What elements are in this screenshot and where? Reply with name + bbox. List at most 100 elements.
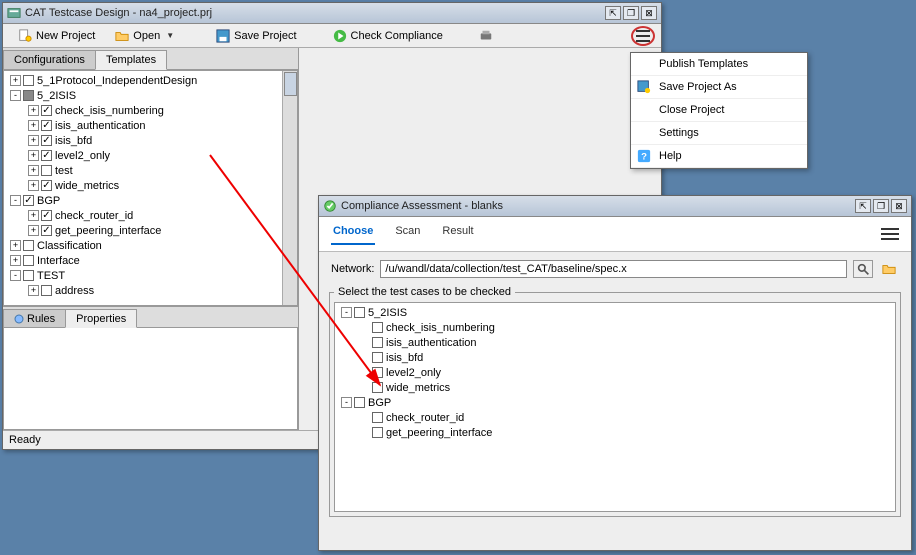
tree-node[interactable]: -5_2ISIS bbox=[6, 88, 295, 103]
checkbox[interactable] bbox=[41, 165, 52, 176]
tree-node[interactable]: +5_1Protocol_IndependentDesign bbox=[6, 73, 295, 88]
tree-node[interactable]: isis_authentication bbox=[337, 335, 893, 350]
tab-choose[interactable]: Choose bbox=[331, 223, 375, 245]
tree-toggle[interactable]: + bbox=[28, 105, 39, 116]
tree-label: wide_metrics bbox=[386, 382, 450, 394]
tree-node[interactable]: -BGP bbox=[6, 193, 295, 208]
tree-toggle[interactable]: + bbox=[28, 165, 39, 176]
checkbox[interactable] bbox=[23, 240, 34, 251]
rules-icon bbox=[14, 314, 24, 324]
checkbox[interactable] bbox=[41, 210, 52, 221]
checkbox[interactable] bbox=[41, 120, 52, 131]
tree-toggle[interactable]: + bbox=[28, 210, 39, 221]
testcase-tree[interactable]: -5_2ISIScheck_isis_numberingisis_authent… bbox=[334, 302, 896, 512]
tree-toggle[interactable]: - bbox=[341, 397, 352, 408]
tab-configurations[interactable]: Configurations bbox=[3, 50, 96, 69]
tree-node[interactable]: -TEST bbox=[6, 268, 295, 283]
menu-save-project-as[interactable]: Save Project As bbox=[631, 76, 807, 99]
tree-node[interactable]: +isis_bfd bbox=[6, 133, 295, 148]
tree-toggle[interactable]: + bbox=[28, 285, 39, 296]
tree-node[interactable]: get_peering_interface bbox=[337, 425, 893, 440]
tree-node[interactable]: +level2_only bbox=[6, 148, 295, 163]
tree-scrollbar[interactable] bbox=[282, 71, 297, 305]
tab-result[interactable]: Result bbox=[440, 223, 475, 245]
tab-scan[interactable]: Scan bbox=[393, 223, 422, 245]
tree-node[interactable]: +get_peering_interface bbox=[6, 223, 295, 238]
tree-node[interactable]: check_isis_numbering bbox=[337, 320, 893, 335]
checkbox[interactable] bbox=[41, 285, 52, 296]
tree-node[interactable]: +test bbox=[6, 163, 295, 178]
tree-toggle[interactable]: + bbox=[28, 120, 39, 131]
checkbox[interactable] bbox=[41, 225, 52, 236]
search-network-button[interactable] bbox=[853, 260, 873, 278]
tree-node[interactable]: -BGP bbox=[337, 395, 893, 410]
checkbox[interactable] bbox=[372, 352, 383, 363]
print-button[interactable] bbox=[470, 26, 502, 46]
tab-rules[interactable]: Rules bbox=[3, 309, 66, 327]
checkbox[interactable] bbox=[372, 382, 383, 393]
tree-toggle[interactable]: + bbox=[10, 255, 21, 266]
menu-help[interactable]: ? Help bbox=[631, 145, 807, 168]
hamburger-menu-button[interactable] bbox=[631, 26, 655, 46]
tree-toggle[interactable]: - bbox=[10, 195, 21, 206]
tree-node[interactable]: -5_2ISIS bbox=[337, 305, 893, 320]
save-project-button[interactable]: Save Project bbox=[207, 26, 305, 46]
templates-tree[interactable]: +5_1Protocol_IndependentDesign-5_2ISIS+c… bbox=[3, 70, 298, 306]
tree-toggle[interactable]: + bbox=[28, 135, 39, 146]
dialog-hamburger-button[interactable] bbox=[881, 223, 899, 245]
tree-toggle[interactable]: - bbox=[10, 270, 21, 281]
tree-toggle[interactable]: - bbox=[341, 307, 352, 318]
network-input[interactable] bbox=[380, 260, 847, 278]
tree-toggle[interactable]: + bbox=[28, 150, 39, 161]
undock-button[interactable]: ⇱ bbox=[605, 6, 621, 20]
tree-node[interactable]: +check_router_id bbox=[6, 208, 295, 223]
tree-node[interactable]: wide_metrics bbox=[337, 380, 893, 395]
tree-toggle[interactable]: + bbox=[28, 180, 39, 191]
checkbox[interactable] bbox=[23, 195, 34, 206]
checkbox[interactable] bbox=[372, 322, 383, 333]
checkbox[interactable] bbox=[41, 105, 52, 116]
checkbox[interactable] bbox=[354, 397, 365, 408]
open-button[interactable]: Open ▼ bbox=[106, 26, 183, 46]
menu-close-project[interactable]: Close Project bbox=[631, 99, 807, 122]
tree-node[interactable]: +wide_metrics bbox=[6, 178, 295, 193]
dialog-undock-button[interactable]: ⇱ bbox=[855, 199, 871, 213]
tree-node[interactable]: isis_bfd bbox=[337, 350, 893, 365]
checkbox[interactable] bbox=[372, 427, 383, 438]
hamburger-menu: Publish Templates Save Project As Close … bbox=[630, 52, 808, 169]
checkbox[interactable] bbox=[372, 337, 383, 348]
tree-node[interactable]: +Interface bbox=[6, 253, 295, 268]
checkbox[interactable] bbox=[354, 307, 365, 318]
tree-node[interactable]: check_router_id bbox=[337, 410, 893, 425]
checkbox[interactable] bbox=[372, 367, 383, 378]
menu-settings[interactable]: Settings bbox=[631, 122, 807, 145]
tree-toggle[interactable]: + bbox=[28, 225, 39, 236]
checkbox[interactable] bbox=[23, 75, 34, 86]
tree-toggle[interactable]: - bbox=[10, 90, 21, 101]
tree-node[interactable]: level2_only bbox=[337, 365, 893, 380]
checkbox[interactable] bbox=[372, 412, 383, 423]
close-button[interactable]: ⊠ bbox=[641, 6, 657, 20]
tree-node[interactable]: +Classification bbox=[6, 238, 295, 253]
new-project-button[interactable]: New Project bbox=[9, 26, 104, 46]
left-panel: Configurations Templates +5_1Protocol_In… bbox=[3, 48, 299, 430]
maximize-button[interactable]: ❐ bbox=[623, 6, 639, 20]
tree-node[interactable]: +isis_authentication bbox=[6, 118, 295, 133]
checkbox[interactable] bbox=[41, 135, 52, 146]
check-compliance-button[interactable]: Check Compliance bbox=[324, 26, 452, 46]
tree-node[interactable]: +address bbox=[6, 283, 295, 298]
tree-toggle[interactable]: + bbox=[10, 75, 21, 86]
checkbox[interactable] bbox=[41, 180, 52, 191]
tree-node[interactable]: +check_isis_numbering bbox=[6, 103, 295, 118]
checkbox[interactable] bbox=[41, 150, 52, 161]
checkbox[interactable] bbox=[23, 255, 34, 266]
browse-folder-button[interactable] bbox=[879, 260, 899, 278]
checkbox[interactable] bbox=[23, 90, 34, 101]
tree-toggle[interactable]: + bbox=[10, 240, 21, 251]
menu-publish-templates[interactable]: Publish Templates bbox=[631, 53, 807, 76]
dialog-close-button[interactable]: ⊠ bbox=[891, 199, 907, 213]
checkbox[interactable] bbox=[23, 270, 34, 281]
tab-templates[interactable]: Templates bbox=[95, 50, 167, 70]
tab-properties[interactable]: Properties bbox=[65, 309, 137, 328]
dialog-maximize-button[interactable]: ❐ bbox=[873, 199, 889, 213]
